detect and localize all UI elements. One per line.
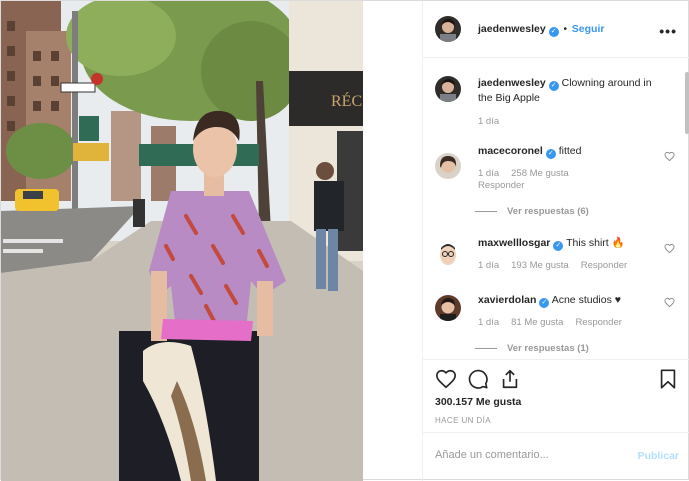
verified-badge-icon: ✓ bbox=[548, 27, 559, 37]
comment-text: fitted bbox=[558, 145, 582, 157]
replies-divider bbox=[475, 347, 497, 349]
post-date[interactable]: HACE UN DÍA bbox=[435, 416, 491, 425]
caption-entry: jaedenwesley ✓ Clowning around in the Big… bbox=[435, 76, 675, 136]
reply-button[interactable]: Responder bbox=[581, 260, 627, 271]
reply-button[interactable]: Responder bbox=[478, 180, 524, 191]
comment-time[interactable]: 1 día bbox=[478, 317, 499, 328]
comment-heart-icon[interactable] bbox=[664, 297, 675, 308]
comment-likes[interactable]: 81 Me gusta bbox=[511, 317, 563, 328]
comment-username[interactable]: maxwelllosgar bbox=[478, 237, 550, 249]
instagram-post-modal: RÉC jaedenwesley ✓ • Seguir ••• jaedenwe… bbox=[0, 0, 689, 481]
comment-icon[interactable] bbox=[467, 368, 489, 390]
post-header: jaedenwesley ✓ • Seguir ••• bbox=[423, 1, 689, 58]
comment-likes[interactable]: 193 Me gusta bbox=[511, 260, 569, 271]
view-replies-link[interactable]: Ver respuestas (6) bbox=[475, 206, 589, 217]
comment-text-block: macecoronel ✓ fitted bbox=[478, 144, 663, 159]
comment-text: This shirt 🔥 bbox=[566, 237, 625, 249]
comment-input[interactable] bbox=[435, 449, 620, 461]
comment-meta: 1 día 193 Me gusta Responder bbox=[478, 260, 639, 271]
comments-section[interactable]: jaedenwesley ✓ Clowning around in the Big… bbox=[423, 58, 689, 360]
verified-badge-icon: ✓ bbox=[548, 81, 559, 91]
likes-count[interactable]: 300.157 Me gusta bbox=[435, 396, 521, 408]
comment-heart-icon[interactable] bbox=[664, 151, 675, 162]
comment-item: macecoronel ✓ fitted 1 día 258 Me gusta Re… bbox=[435, 144, 675, 214]
comment-item: xavierdolan ✓ Acne studios ♥ 1 día 81 Me g… bbox=[435, 293, 675, 343]
heart-icon[interactable] bbox=[435, 368, 457, 390]
comment-text: Acne studios ♥ bbox=[551, 294, 621, 306]
commenter-avatar[interactable] bbox=[435, 241, 461, 267]
caption-meta: 1 día bbox=[478, 116, 511, 127]
post-actions-bar bbox=[423, 361, 689, 391]
add-comment-section: Publicar bbox=[423, 432, 689, 481]
comment-text-block: maxwelllosgar ✓ This shirt 🔥 bbox=[478, 236, 663, 251]
share-icon[interactable] bbox=[499, 368, 521, 390]
publish-button[interactable]: Publicar bbox=[638, 450, 679, 462]
verified-badge-icon: ✓ bbox=[545, 149, 556, 159]
comments-scrollbar[interactable] bbox=[685, 72, 689, 134]
caption-time[interactable]: 1 día bbox=[478, 116, 499, 127]
view-replies-label[interactable]: Ver respuestas (1) bbox=[507, 343, 589, 354]
view-replies-label[interactable]: Ver respuestas (6) bbox=[507, 206, 589, 217]
replies-divider bbox=[475, 210, 497, 212]
post-side-panel: jaedenwesley ✓ • Seguir ••• jaedenwesley ✓… bbox=[422, 1, 689, 481]
commenter-avatar[interactable] bbox=[435, 153, 461, 179]
commenter-avatar[interactable] bbox=[435, 295, 461, 321]
comment-time[interactable]: 1 día bbox=[478, 168, 499, 179]
more-dots-icon[interactable]: ••• bbox=[659, 23, 677, 39]
comment-time[interactable]: 1 día bbox=[478, 260, 499, 271]
comment-likes[interactable]: 258 Me gusta bbox=[511, 168, 569, 179]
follow-button[interactable]: Seguir bbox=[572, 23, 605, 35]
comment-heart-icon[interactable] bbox=[664, 243, 675, 254]
comment-username[interactable]: macecoronel bbox=[478, 145, 543, 157]
comment-meta: 1 día 258 Me gusta bbox=[478, 168, 581, 179]
comment-meta: 1 día 81 Me gusta Responder bbox=[478, 317, 634, 328]
svg-text:RÉC: RÉC bbox=[331, 91, 362, 110]
comment-username[interactable]: xavierdolan bbox=[478, 294, 536, 306]
author-username[interactable]: jaedenwesley bbox=[478, 23, 546, 35]
view-replies-link[interactable]: Ver respuestas (1) bbox=[475, 343, 589, 354]
reply-button[interactable]: Responder bbox=[575, 317, 621, 328]
caption-username[interactable]: jaedenwesley bbox=[478, 77, 546, 89]
author-avatar[interactable] bbox=[435, 16, 461, 42]
comment-reply-row: Responder bbox=[478, 180, 536, 191]
verified-badge-icon: ✓ bbox=[539, 298, 550, 308]
comment-text-block: xavierdolan ✓ Acne studios ♥ bbox=[478, 293, 663, 308]
comment-item: maxwelllosgar ✓ This shirt 🔥 1 día 193 Me … bbox=[435, 236, 675, 286]
verified-badge-icon: ✓ bbox=[553, 241, 564, 251]
post-photo[interactable]: RÉC bbox=[1, 1, 363, 481]
caption-text-block: jaedenwesley ✓ Clowning around in the Big… bbox=[478, 76, 663, 105]
follow-separator: • bbox=[563, 24, 568, 35]
bookmark-icon[interactable] bbox=[657, 368, 679, 390]
caption-avatar[interactable] bbox=[435, 76, 461, 102]
